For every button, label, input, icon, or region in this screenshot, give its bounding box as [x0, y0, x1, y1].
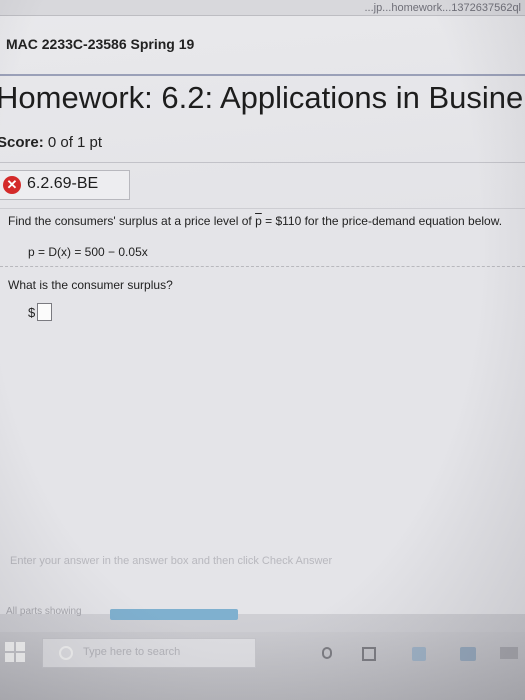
microphone-icon[interactable]	[322, 647, 332, 659]
search-placeholder: Type here to search	[83, 646, 181, 658]
score-line: Score: 0 of 1 pt	[0, 134, 102, 151]
prompt-p-bar: p	[255, 214, 262, 228]
score-divider	[0, 162, 525, 163]
cortana-icon	[59, 646, 73, 660]
windows-start-icon[interactable]	[5, 642, 25, 662]
taskbar-app-icon[interactable]	[412, 647, 426, 661]
demand-equation: p = D(x) = 500 − 0.05x	[28, 245, 148, 259]
question-id: 6.2.69-BE	[27, 175, 99, 192]
currency-symbol: $	[28, 305, 36, 320]
prompt-text-start: Find the consumers' surplus at a price l…	[8, 214, 256, 228]
score-label: Score:	[0, 134, 44, 151]
question-ask: What is the consumer surplus?	[8, 278, 173, 292]
task-view-icon[interactable]	[362, 647, 376, 661]
answer-hint: Enter your answer in the answer box and …	[10, 555, 333, 567]
x-circle-icon: ✕	[3, 176, 21, 194]
course-title: MAC 2233C-23586 Spring 19	[6, 36, 195, 52]
browser-screen: ...jp...homework...1372637562ql MAC 2233…	[0, 0, 525, 700]
taskbar-app-icon[interactable]	[500, 647, 518, 659]
windows-taskbar: Type here to search	[0, 632, 525, 700]
question-divider	[0, 266, 525, 267]
assignment-title: Homework: 6.2: Applications in Busine	[0, 80, 524, 115]
url-bar[interactable]: ...jp...homework...1372637562ql	[0, 0, 525, 16]
problem-panel	[0, 208, 525, 614]
prompt-text-end: = $110 for the price-demand equation bel…	[261, 214, 503, 228]
score-value: 0 of 1 pt	[47, 134, 103, 151]
taskbar-app-icon[interactable]	[460, 647, 476, 661]
header-divider	[0, 74, 525, 76]
taskbar-search[interactable]: Type here to search	[42, 638, 256, 668]
parts-label: All parts showing	[6, 606, 82, 617]
parts-progress-fill	[110, 609, 238, 620]
question-id-box[interactable]: ✕ 6.2.69-BE	[0, 170, 130, 200]
parts-progress	[110, 609, 238, 620]
answer-input[interactable]	[37, 303, 52, 321]
question-prompt: Find the consumers' surplus at a price l…	[8, 214, 502, 228]
